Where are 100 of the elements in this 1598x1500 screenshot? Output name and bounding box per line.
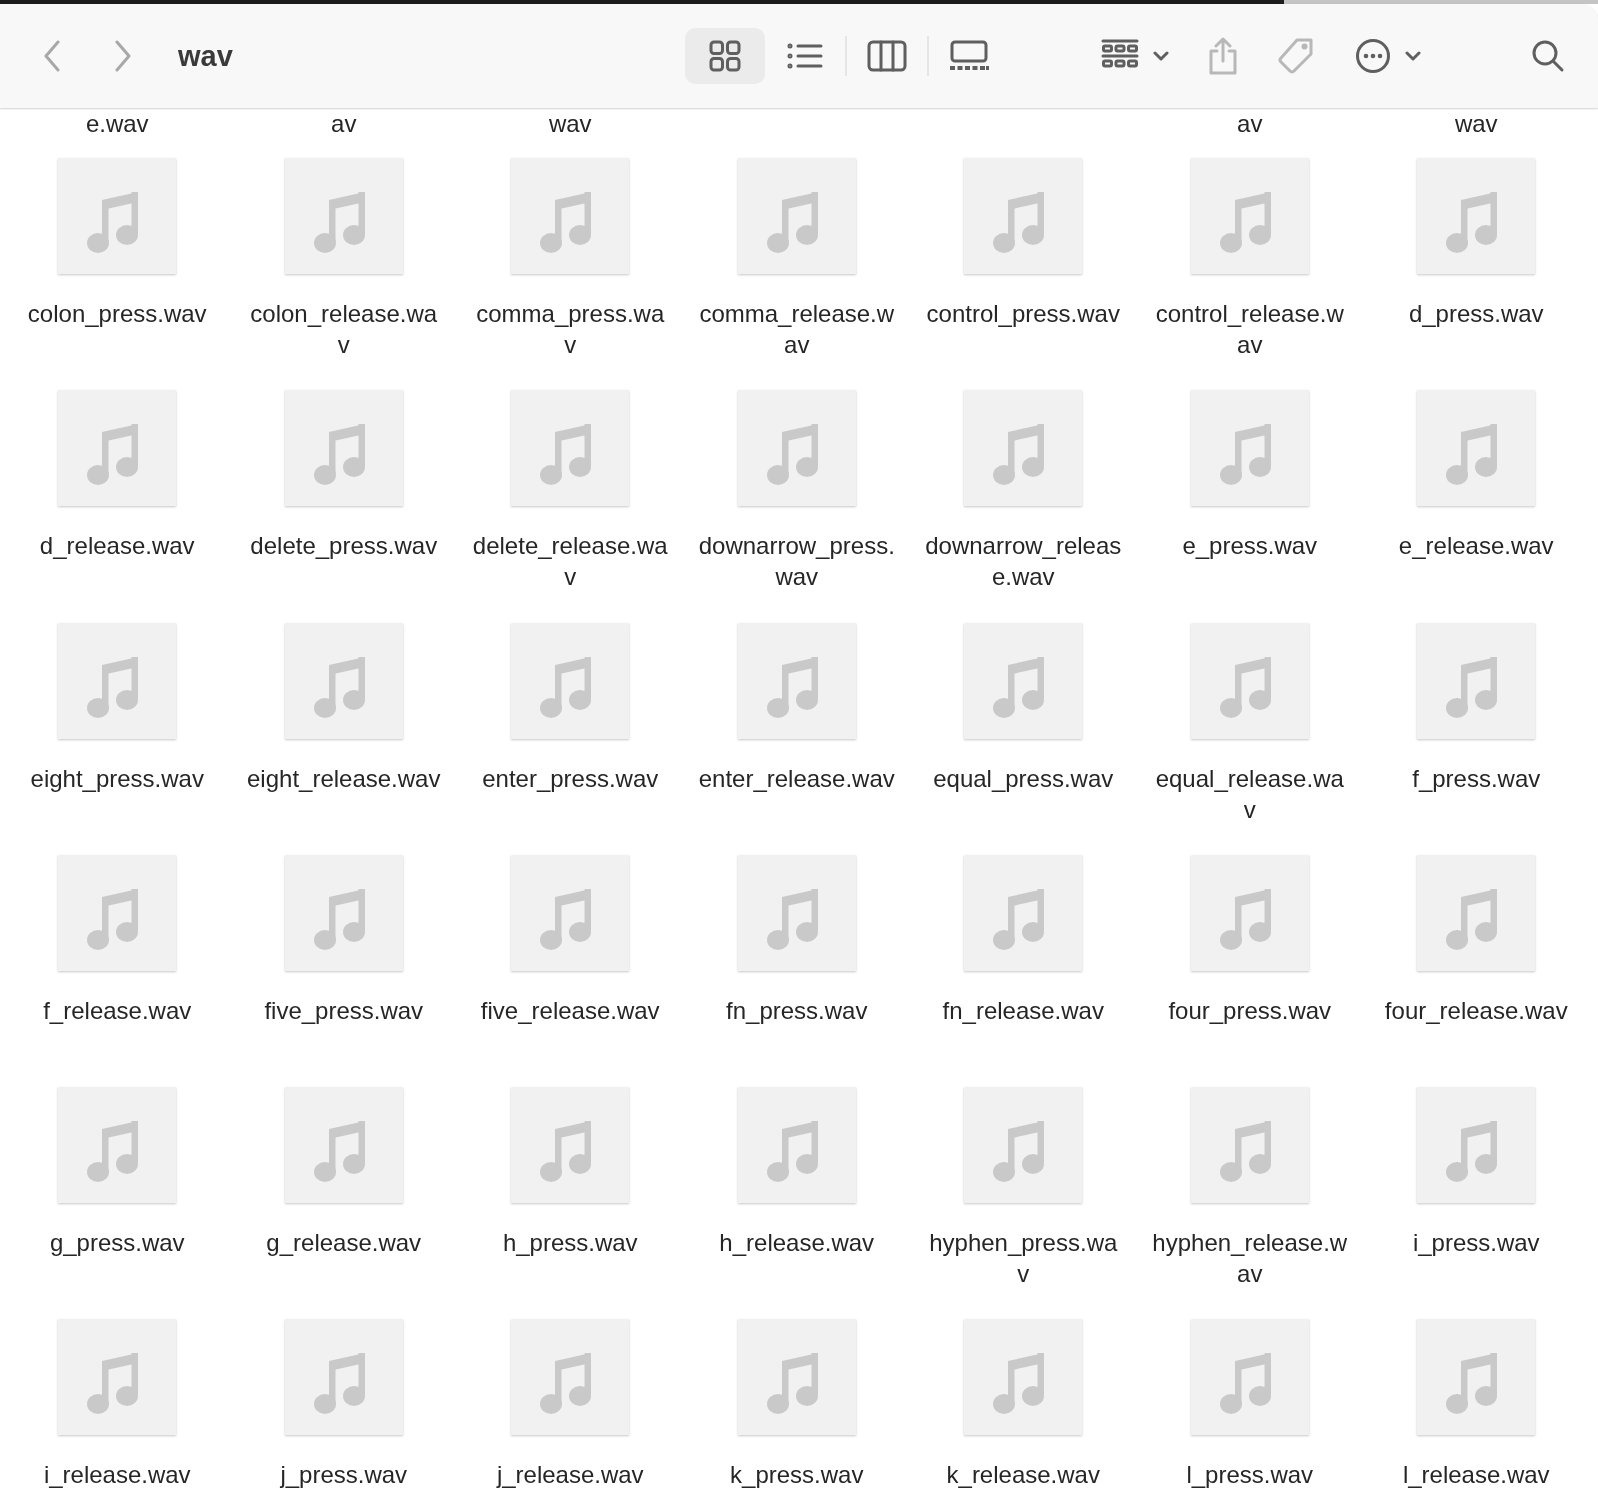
file-name: g_release.wav bbox=[266, 1228, 422, 1259]
music-file-icon[interactable] bbox=[511, 158, 630, 274]
music-file-icon[interactable] bbox=[58, 158, 177, 274]
file-name: fn_press.wav bbox=[726, 995, 868, 1026]
music-file-icon[interactable] bbox=[511, 1319, 630, 1436]
music-file-icon[interactable] bbox=[284, 1319, 403, 1436]
music-file-icon[interactable] bbox=[284, 622, 403, 739]
tag-icon bbox=[1276, 37, 1315, 75]
list-view-icon bbox=[786, 42, 823, 70]
file-name: hyphen_press.wa v bbox=[929, 1228, 1118, 1290]
music-file-icon[interactable] bbox=[1190, 622, 1309, 739]
music-file-icon[interactable] bbox=[1190, 1319, 1309, 1436]
file-name: control_press.wav bbox=[926, 299, 1120, 329]
chevron-down-icon bbox=[1152, 51, 1169, 61]
music-file-icon[interactable] bbox=[737, 854, 856, 971]
view-mode-button[interactable] bbox=[684, 28, 765, 84]
music-file-icon[interactable] bbox=[737, 158, 856, 274]
music-file-icon[interactable] bbox=[284, 390, 403, 507]
music-file-icon[interactable] bbox=[964, 158, 1083, 274]
chevron-left-icon bbox=[43, 40, 61, 72]
file-name: eight_press.wav bbox=[30, 763, 204, 794]
music-file-icon[interactable] bbox=[964, 1087, 1083, 1204]
music-file-icon[interactable] bbox=[511, 622, 630, 739]
music-file-icon[interactable] bbox=[284, 854, 403, 971]
search-icon bbox=[1530, 39, 1565, 73]
file-name: enter_release.wav bbox=[698, 763, 895, 794]
music-file-icon[interactable] bbox=[1417, 158, 1536, 274]
music-file-icon[interactable] bbox=[1190, 158, 1309, 274]
music-file-icon[interactable] bbox=[58, 390, 177, 507]
file-name: k_press.wav bbox=[730, 1460, 864, 1491]
file-name: wav bbox=[1453, 109, 1499, 139]
music-file-icon[interactable] bbox=[1417, 390, 1536, 507]
file-name: delete_release.wa v bbox=[472, 531, 668, 593]
music-file-icon[interactable] bbox=[58, 1319, 177, 1436]
file-name: four_release.wav bbox=[1384, 995, 1568, 1026]
music-file-icon[interactable] bbox=[511, 390, 630, 507]
file-name: downarrow_press. wav bbox=[698, 531, 895, 593]
file-name: fn_release.wav bbox=[942, 995, 1104, 1026]
file-name: j_release.wav bbox=[496, 1460, 644, 1491]
music-file-icon[interactable] bbox=[1417, 1319, 1536, 1436]
file-name: f_release.wav bbox=[43, 995, 192, 1026]
column-view-icon bbox=[866, 40, 907, 72]
file-name: e_release.wav bbox=[1398, 531, 1554, 562]
chevron-down-icon bbox=[1404, 51, 1421, 61]
file-name: enter_press.wav bbox=[482, 763, 659, 794]
file-name: downarrow_releas e.wav bbox=[925, 531, 1122, 593]
file-name: l_press.wav bbox=[1186, 1460, 1314, 1491]
music-file-icon[interactable] bbox=[511, 854, 630, 971]
file-name: g_press.wav bbox=[49, 1228, 185, 1259]
file-name: equal_press.wav bbox=[933, 763, 1114, 794]
file-name: d_release.wav bbox=[39, 531, 195, 562]
music-file-icon[interactable] bbox=[737, 390, 856, 507]
music-file-icon[interactable] bbox=[964, 622, 1083, 739]
music-file-icon[interactable] bbox=[511, 1087, 630, 1204]
music-file-icon[interactable] bbox=[964, 390, 1083, 507]
music-file-icon[interactable] bbox=[58, 854, 177, 971]
music-file-icon[interactable] bbox=[58, 1087, 177, 1204]
file-name: hyphen_release.w av bbox=[1152, 1228, 1348, 1290]
file-name: control_release.w av bbox=[1155, 299, 1344, 360]
file-name: av bbox=[330, 109, 358, 139]
music-file-icon[interactable] bbox=[964, 854, 1083, 971]
file-name: d_press.wav bbox=[1408, 299, 1544, 329]
music-file-icon[interactable] bbox=[737, 1319, 856, 1436]
music-file-icon[interactable] bbox=[1190, 1087, 1309, 1204]
file-name: i_press.wav bbox=[1412, 1228, 1540, 1259]
file-name: k_release.wav bbox=[946, 1460, 1100, 1491]
file-name: comma_press.wa v bbox=[476, 299, 665, 360]
file-name: five_release.wav bbox=[480, 995, 660, 1026]
file-name: colon_press.wav bbox=[27, 299, 207, 329]
file-name: e.wav bbox=[84, 109, 150, 139]
file-name: five_press.wav bbox=[264, 995, 424, 1026]
file-name: delete_press.wav bbox=[250, 531, 438, 562]
music-file-icon[interactable] bbox=[284, 1087, 403, 1204]
gallery-view-icon bbox=[948, 40, 989, 72]
music-file-icon[interactable] bbox=[737, 1087, 856, 1204]
music-file-icon[interactable] bbox=[1417, 854, 1536, 971]
file-name: equal_release.wa v bbox=[1155, 763, 1344, 825]
music-file-icon[interactable] bbox=[1190, 390, 1309, 507]
folder-title: wav bbox=[178, 39, 233, 73]
music-file-icon[interactable] bbox=[964, 1319, 1083, 1436]
music-file-icon[interactable] bbox=[284, 158, 403, 274]
music-file-icon[interactable] bbox=[58, 622, 177, 739]
file-name: f_press.wav bbox=[1412, 763, 1541, 794]
music-file-icon[interactable] bbox=[737, 622, 856, 739]
music-file-icon[interactable] bbox=[1190, 854, 1309, 971]
music-file-icon[interactable] bbox=[1417, 1087, 1536, 1204]
file-name: l_release.wav bbox=[1402, 1460, 1550, 1491]
file-name: comma_release.w av bbox=[699, 299, 895, 360]
chevron-right-icon bbox=[114, 40, 132, 72]
file-name: four_press.wav bbox=[1168, 995, 1332, 1026]
file-name: j_press.wav bbox=[280, 1460, 408, 1491]
music-file-icon[interactable] bbox=[1417, 622, 1536, 739]
more-icon bbox=[1354, 38, 1391, 74]
file-name: h_press.wav bbox=[502, 1228, 638, 1259]
file-name: i_release.wav bbox=[43, 1460, 191, 1491]
file-name: e_press.wav bbox=[1182, 531, 1318, 562]
file-name: colon_release.wa v bbox=[250, 299, 438, 360]
file-name: av bbox=[1236, 109, 1264, 139]
file-name: h_release.wav bbox=[719, 1228, 875, 1259]
icon-view-icon bbox=[707, 39, 742, 73]
